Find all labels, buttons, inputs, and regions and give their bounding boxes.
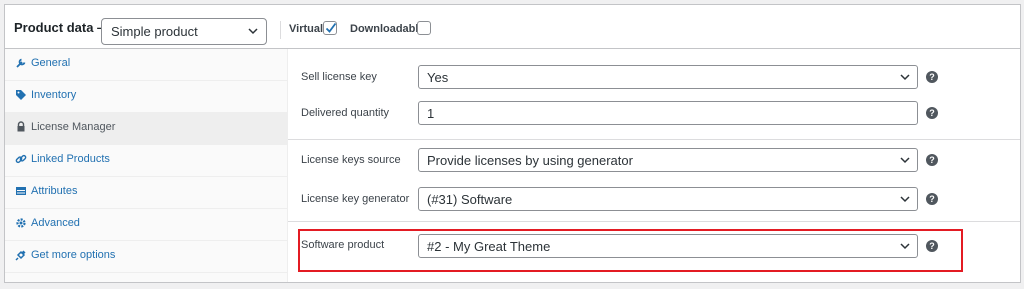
product-data-header: Product data — Simple product Virtual: D… [5, 5, 1020, 49]
license-manager-panel: Sell license key Yes ? Delivered quantit… [288, 49, 1020, 282]
tab-linked-products[interactable]: Linked Products [5, 145, 288, 177]
delivered-quantity-input[interactable]: 1 [418, 101, 918, 125]
tab-inventory-label: Inventory [31, 89, 77, 101]
lock-icon [17, 121, 25, 132]
product-type-select[interactable]: Simple product [101, 18, 267, 45]
tab-linked-products-label: Linked Products [31, 153, 110, 165]
product-data-title: Product data — [14, 20, 111, 35]
license-key-generator-value: (#31) Software [427, 192, 513, 207]
tab-general-label: General [31, 57, 71, 69]
table-icon [16, 187, 26, 195]
chevron-down-icon [900, 157, 910, 164]
virtual-label: Virtual: [289, 23, 327, 35]
tab-advanced[interactable]: Advanced [5, 209, 288, 241]
chevron-down-icon [900, 196, 910, 203]
license-keys-source-label: License keys source [301, 154, 401, 166]
link-icon [15, 154, 27, 164]
tab-attributes[interactable]: Attributes [5, 177, 288, 209]
product-data-panel: Product data — Simple product Virtual: D… [4, 4, 1021, 283]
gear-icon [16, 218, 26, 228]
tab-advanced-label: Advanced [31, 217, 80, 229]
license-key-generator-select[interactable]: (#31) Software [418, 187, 918, 211]
help-icon[interactable]: ? [926, 71, 938, 83]
license-key-generator-label: License key generator [301, 193, 410, 205]
tab-attributes-label: Attributes [31, 185, 78, 197]
help-icon[interactable]: ? [926, 193, 938, 205]
tab-inventory[interactable]: Inventory [5, 81, 288, 113]
checkmark-icon [325, 22, 337, 33]
tab-license-manager-label: License Manager [31, 121, 116, 133]
downloadable-checkbox[interactable] [417, 21, 431, 35]
tab-general[interactable]: General [5, 49, 288, 81]
delivered-quantity-label: Delivered quantity [301, 107, 390, 119]
section-divider [288, 139, 1020, 140]
tab-get-more-options-label: Get more options [31, 249, 116, 261]
sell-license-key-value: Yes [427, 70, 449, 85]
tab-get-more-options[interactable]: Get more options [5, 241, 288, 273]
help-icon[interactable]: ? [926, 154, 938, 166]
section-divider [288, 221, 1020, 222]
tag-icon [16, 90, 26, 100]
product-data-tabs: General Inventory License Manager Linked… [5, 49, 288, 282]
virtual-checkbox[interactable] [323, 21, 337, 35]
delivered-quantity-value: 1 [427, 106, 435, 121]
header-separator [280, 21, 281, 39]
license-keys-source-select[interactable]: Provide licenses by using generator [418, 148, 918, 172]
chevron-down-icon [248, 28, 258, 35]
chevron-down-icon [900, 74, 910, 81]
license-keys-source-value: Provide licenses by using generator [427, 153, 633, 168]
sell-license-key-select[interactable]: Yes [418, 65, 918, 89]
highlight-box [298, 229, 963, 272]
tab-license-manager[interactable]: License Manager [5, 113, 288, 145]
product-type-value: Simple product [111, 24, 198, 39]
plugin-icon [15, 250, 26, 261]
sell-license-key-label: Sell license key [301, 71, 377, 83]
help-icon[interactable]: ? [926, 107, 938, 119]
wrench-icon [16, 58, 26, 68]
